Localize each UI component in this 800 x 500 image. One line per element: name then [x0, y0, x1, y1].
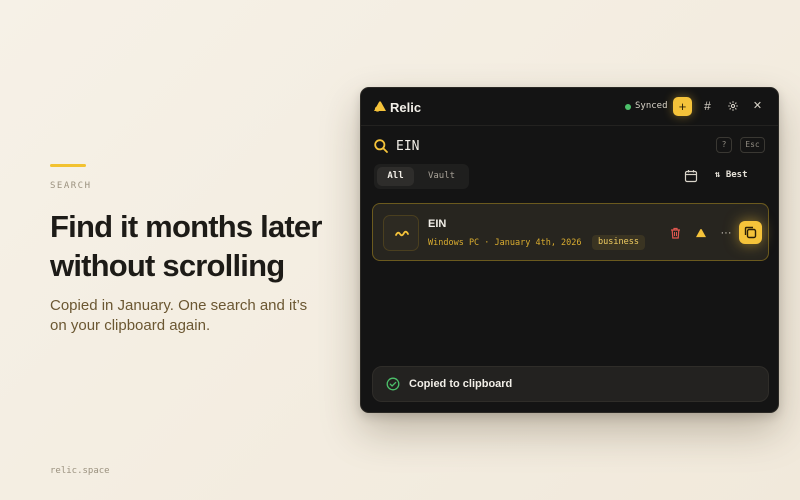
headline: Find it months later without scrolling: [50, 207, 350, 285]
toast-notification: Copied to clipboard: [372, 366, 769, 402]
app-title: Relic: [390, 100, 422, 115]
result-row[interactable]: EIN Windows PC · January 4th, 2026 busin…: [372, 203, 769, 261]
title-bar: Relic Synced + # ✕: [361, 88, 778, 126]
result-meta: Windows PC · January 4th, 2026: [428, 238, 582, 248]
result-title: EIN: [428, 218, 447, 230]
result-tag[interactable]: business: [592, 235, 645, 250]
search-icon: [374, 139, 388, 153]
sort-button[interactable]: ⇅ Best: [715, 170, 748, 180]
app-window: Relic Synced + # ✕ ? Esc All Vault ⇅ Bes…: [360, 87, 779, 413]
filter-tabs: All Vault: [374, 164, 469, 189]
relic-logo-icon: [374, 101, 386, 112]
settings-gear-icon[interactable]: [723, 97, 742, 116]
text-wave-icon: [395, 230, 409, 237]
subheadline-line-2: on your clipboard again.: [50, 317, 211, 334]
subheadline-line-1: Copied in January. One search and it’s: [50, 297, 308, 314]
escape-shortcut[interactable]: Esc: [740, 137, 765, 153]
site-url: relic.space: [50, 466, 110, 476]
tab-vault[interactable]: Vault: [418, 167, 465, 186]
headline-line-2: without scrolling: [50, 248, 285, 283]
sync-status-dot: [625, 104, 631, 110]
result-thumbnail: [383, 215, 419, 251]
copy-button[interactable]: [739, 221, 762, 244]
search-input[interactable]: [396, 136, 696, 156]
headline-line-1: Find it months later: [50, 209, 322, 244]
close-icon[interactable]: ✕: [748, 97, 767, 116]
subheadline: Copied in January. One search and it’s o…: [50, 296, 340, 336]
help-shortcut[interactable]: ?: [716, 137, 732, 153]
move-to-vault-icon[interactable]: [693, 225, 709, 241]
check-circle-icon: [386, 377, 400, 391]
sort-label: Best: [725, 170, 748, 180]
sort-arrows-icon: ⇅: [715, 170, 721, 180]
section-eyebrow: SEARCH: [50, 181, 92, 191]
sync-status-label: Synced: [635, 101, 668, 111]
copy-icon: [744, 226, 757, 239]
calendar-icon[interactable]: [684, 169, 698, 183]
tab-all[interactable]: All: [377, 167, 414, 186]
hash-icon[interactable]: #: [698, 97, 717, 116]
accent-bar: [50, 164, 86, 167]
more-options-icon[interactable]: ···: [718, 225, 734, 241]
delete-icon[interactable]: [667, 225, 683, 241]
add-button[interactable]: +: [673, 97, 692, 116]
toast-message: Copied to clipboard: [409, 378, 513, 390]
